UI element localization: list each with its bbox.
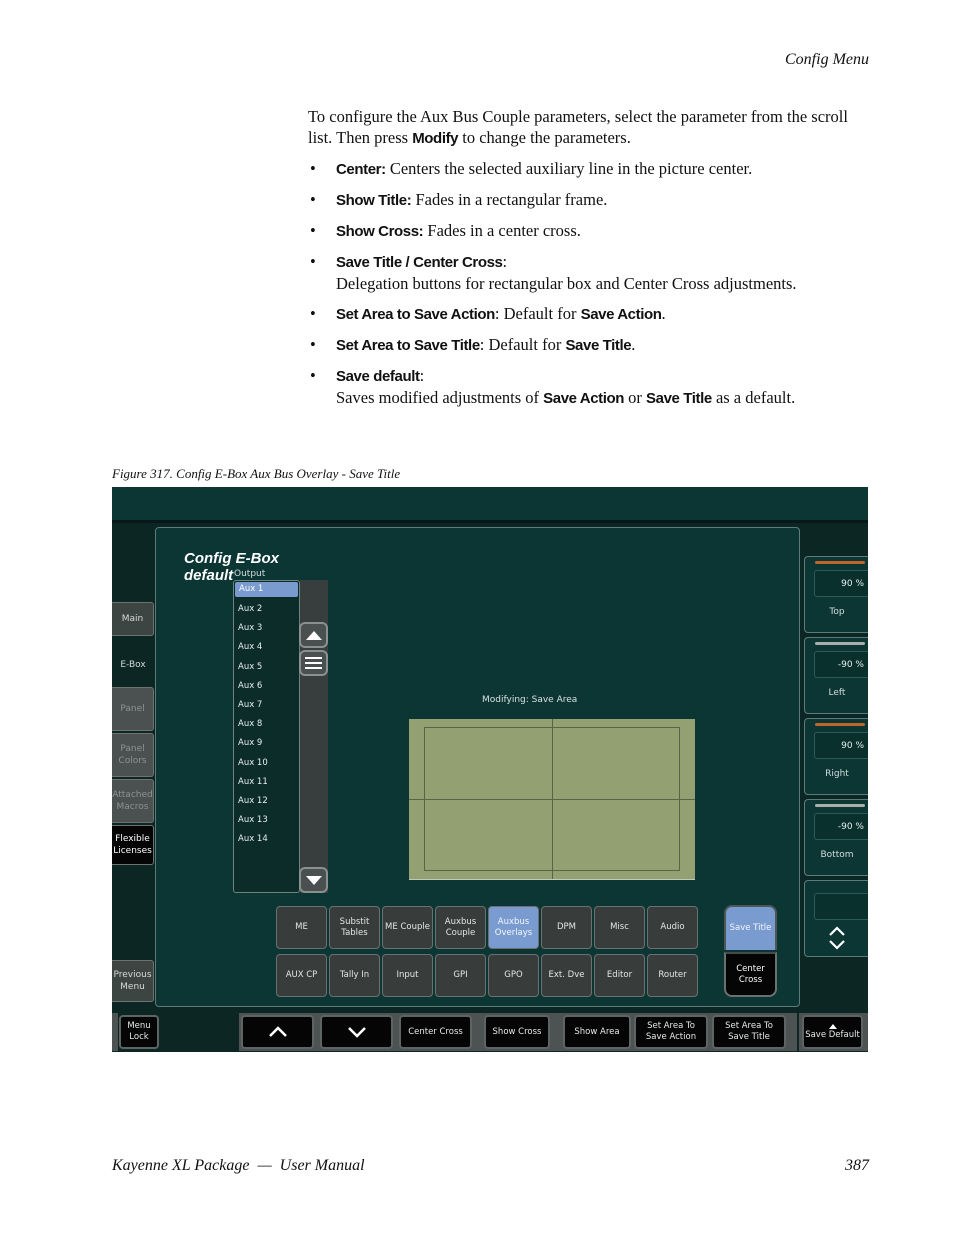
output-list-item[interactable]: Aux 4 — [234, 638, 299, 657]
menu-lock-button[interactable]: Menu Lock — [119, 1015, 159, 1049]
nav-panel-colors-button[interactable]: Panel Colors — [112, 733, 154, 777]
output-list-item[interactable]: Aux 8 — [234, 715, 299, 734]
category-button-tally-in[interactable]: Tally In — [329, 954, 380, 997]
set-area-to-save-action-button[interactable]: Set Area To Save Action — [634, 1015, 708, 1049]
save-title-delegation-button[interactable]: Save Title — [724, 905, 777, 950]
set-area-to-save-title-button[interactable]: Set Area To Save Title — [712, 1015, 786, 1049]
scroll-down-button[interactable] — [299, 867, 328, 893]
bullet-item: Save default:Saves modified adjustments … — [308, 365, 873, 409]
nudge-up-button[interactable] — [241, 1015, 314, 1049]
center-cross-button[interactable]: Center Cross — [399, 1015, 472, 1049]
param-value: 90 % — [814, 732, 868, 759]
top-bar — [112, 487, 868, 523]
keyword-modify: Modify — [412, 130, 459, 147]
triangle-up-icon — [828, 1023, 837, 1029]
category-button-substit-tables[interactable]: Substit Tables — [329, 906, 380, 949]
output-list-item[interactable]: Aux 14 — [234, 830, 299, 849]
category-button-me[interactable]: ME — [276, 906, 327, 949]
figure-caption: Figure 317. Config E-Box Aux Bus Overlay… — [112, 466, 401, 481]
param-top[interactable]: 90 % Top — [804, 556, 868, 633]
output-list-item[interactable]: Aux 5 — [234, 658, 299, 677]
arrow-up-icon — [305, 630, 322, 640]
param-label: Right — [825, 769, 849, 779]
bullet-list: Center: Centers the selected auxiliary l… — [308, 158, 873, 409]
center-cross-delegation-button[interactable]: Center Cross — [724, 952, 777, 997]
param-value: -90 % — [814, 813, 868, 840]
body-text: To configure the Aux Bus Couple paramete… — [308, 106, 873, 418]
param-label: Bottom — [820, 850, 854, 860]
category-button-misc[interactable]: Misc — [594, 906, 645, 949]
param-bottom[interactable]: -90 % Bottom — [804, 799, 868, 876]
page-number: 387 — [845, 1157, 869, 1174]
output-list-item[interactable]: Aux 11 — [234, 773, 299, 792]
up-down-chevron-icon[interactable] — [827, 925, 847, 951]
footer-title: Kayenne XL Package — User Manual — [112, 1157, 365, 1174]
save-default-button[interactable]: Save Default — [802, 1015, 863, 1049]
param-bar — [815, 642, 865, 645]
bullet-item: Save Title / Center Cross:Delegation but… — [308, 251, 873, 294]
param-label: Top — [829, 607, 845, 617]
hamburger-icon — [305, 657, 322, 669]
param-value: -90 % — [814, 651, 868, 678]
output-list-item[interactable]: Aux 13 — [234, 811, 299, 830]
previous-menu-button[interactable]: Previous Menu — [112, 960, 154, 1002]
bullet-item: Set Area to Save Title: Default for Save… — [308, 334, 873, 356]
param-right[interactable]: 90 % Right — [804, 718, 868, 795]
category-button-me-couple[interactable]: ME Couple — [382, 906, 433, 949]
param-value — [814, 893, 868, 920]
param-left[interactable]: -90 % Left — [804, 637, 868, 714]
center-cross-vertical — [552, 719, 553, 879]
output-list-item[interactable]: Aux 1 — [235, 582, 298, 597]
bullet-item: Set Area to Save Action: Default for Sav… — [308, 303, 873, 325]
category-button-gpo[interactable]: GPO — [488, 954, 539, 997]
nudge-down-button[interactable] — [320, 1015, 393, 1049]
show-area-button[interactable]: Show Area — [563, 1015, 631, 1049]
chevron-up-icon — [268, 1026, 287, 1037]
running-header: Config Menu — [785, 51, 869, 68]
param-bar — [815, 804, 865, 807]
bullet-item: Show Title: Fades in a rectangular frame… — [308, 189, 873, 211]
arrow-down-icon — [305, 875, 322, 885]
output-list-item[interactable]: Aux 12 — [234, 792, 299, 811]
scroll-up-button[interactable] — [299, 622, 328, 648]
category-button-input[interactable]: Input — [382, 954, 433, 997]
output-list-item[interactable]: Aux 2 — [234, 600, 299, 619]
category-button-gpi[interactable]: GPI — [435, 954, 486, 997]
output-list[interactable]: Aux 1 Aux 2 Aux 3 Aux 4 Aux 5 Aux 6 Aux 7 Aux 8… — [233, 580, 300, 893]
bullet-item: Show Cross: Fades in a center cross. — [308, 220, 873, 242]
save-area-preview — [409, 719, 695, 880]
category-button-dpm[interactable]: DPM — [541, 906, 592, 949]
category-button-auxbus-couple[interactable]: Auxbus Couple — [435, 906, 486, 949]
output-label: Output — [234, 569, 266, 579]
category-button-editor[interactable]: Editor — [594, 954, 645, 997]
output-list-item[interactable]: Aux 9 — [234, 734, 299, 753]
category-button-auxbus-overlays[interactable]: Auxbus Overlays — [488, 906, 539, 949]
output-list-item[interactable]: Aux 6 — [234, 677, 299, 696]
show-cross-button[interactable]: Show Cross — [484, 1015, 550, 1049]
category-button-ext-dve[interactable]: Ext. Dve — [541, 954, 592, 997]
output-list-item[interactable]: Aux 3 — [234, 619, 299, 638]
chevron-down-icon — [347, 1027, 366, 1038]
bullet-item: Center: Centers the selected auxiliary l… — [308, 158, 873, 180]
nav-flexible-licenses-button[interactable]: Flexible Licenses — [112, 825, 154, 865]
output-list-item[interactable]: Aux 10 — [234, 754, 299, 773]
output-list-item[interactable]: Aux 7 — [234, 696, 299, 715]
category-button-aux-cp[interactable]: AUX CP — [276, 954, 327, 997]
param-value: 90 % — [814, 570, 868, 597]
modifying-label: Modifying: Save Area — [482, 695, 578, 705]
param-label: Left — [828, 688, 846, 698]
nav-main-button[interactable]: Main — [112, 602, 154, 636]
param-bar — [815, 723, 865, 726]
bottom-group-left — [112, 1013, 118, 1051]
scroll-menu-button[interactable] — [299, 650, 328, 676]
category-button-router[interactable]: Router — [647, 954, 698, 997]
nav-attached-macros-button[interactable]: Attached Macros — [112, 779, 154, 823]
param-bar — [815, 561, 865, 564]
intro-paragraph: To configure the Aux Bus Couple paramete… — [308, 107, 848, 147]
param-knob-toggle[interactable] — [804, 880, 868, 957]
nav-ebox-button[interactable]: E-Box — [112, 649, 154, 681]
config-ebox-screen: Main E-Box Panel Panel Colors Attached M… — [112, 487, 868, 1052]
nav-panel-button[interactable]: Panel — [112, 687, 154, 731]
category-button-audio[interactable]: Audio — [647, 906, 698, 949]
